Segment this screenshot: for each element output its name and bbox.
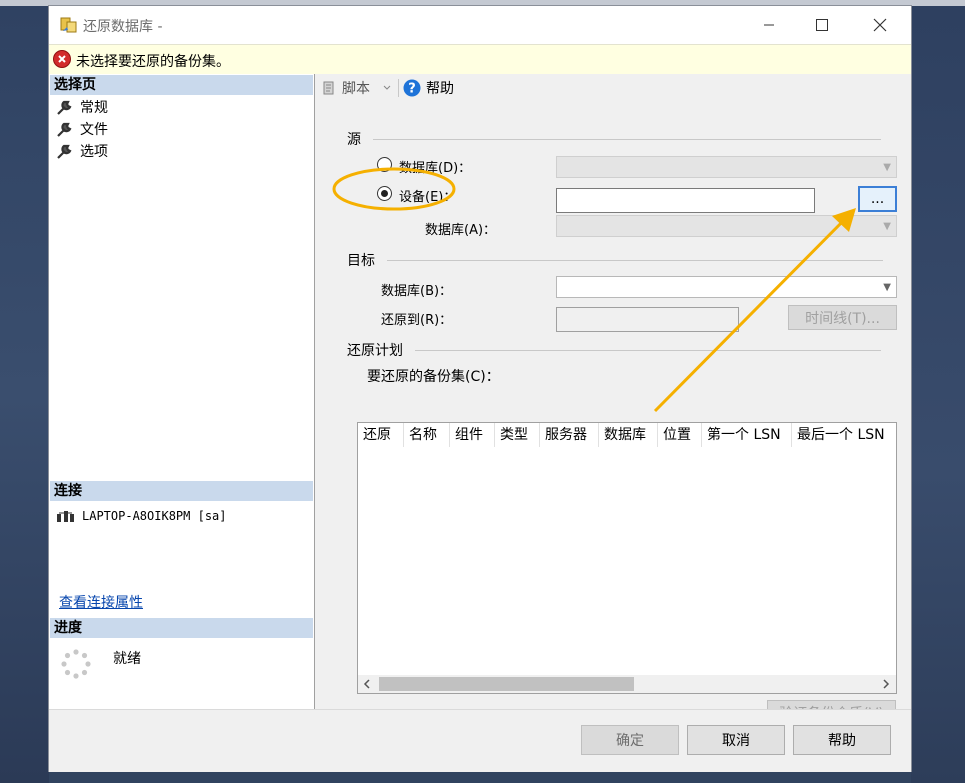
help-button[interactable]: 帮助 <box>793 725 891 755</box>
device-radio[interactable] <box>377 186 392 201</box>
close-icon <box>873 18 887 32</box>
source-group-label: 源 <box>347 129 881 149</box>
general-page-panel: 源 数据库(D)： ▼ 设备(E)： ... 数据库(A)： ▼ 目标 数据库(… <box>329 109 903 726</box>
toolbar: 脚本 ? 帮助 <box>315 74 911 102</box>
timeline-button[interactable]: 时间线(T)... <box>788 305 897 330</box>
grid-column-header[interactable]: 服务器 <box>540 423 599 447</box>
scroll-left-icon[interactable] <box>361 675 373 693</box>
error-banner: 未选择要还原的备份集。 <box>49 44 911 75</box>
select-page-header: 选择页 <box>50 75 313 95</box>
grid-column-header[interactable]: 最后一个 LSN <box>792 423 896 447</box>
group-divider <box>415 349 881 351</box>
connection-header: 连接 <box>50 481 313 501</box>
grid-column-header[interactable]: 组件 <box>450 423 495 447</box>
wrench-icon <box>57 100 72 115</box>
error-icon <box>53 50 71 68</box>
database-radio-label: 数据库(D)： <box>399 161 472 176</box>
scroll-right-icon[interactable] <box>880 675 892 693</box>
cancel-button[interactable]: 取消 <box>687 725 785 755</box>
desktop-background-left <box>0 6 49 783</box>
target-database-label: 数据库(B)： <box>381 284 453 299</box>
grid-column-header[interactable]: 名称 <box>404 423 450 447</box>
chevron-down-icon[interactable] <box>380 83 394 93</box>
restore-to-field[interactable] <box>556 307 739 332</box>
grid-column-header[interactable]: 位置 <box>658 423 702 447</box>
progress-status: 就绪 <box>113 651 141 667</box>
error-message: 未选择要还原的备份集。 <box>76 54 230 70</box>
target-group-label: 目标 <box>347 250 883 270</box>
page-item-label: 常规 <box>80 100 108 116</box>
toolbar-separator <box>398 79 399 97</box>
connection-name: LAPTOP-A8OIK8PM [sa] <box>82 509 227 523</box>
database-radio[interactable] <box>377 157 392 172</box>
device-path-field[interactable] <box>556 188 815 213</box>
server-connection-icon <box>57 511 74 522</box>
help-toolbar-button[interactable]: ? 帮助 <box>403 78 454 98</box>
target-database-combo[interactable]: ▼ <box>556 276 897 298</box>
source-database-combo[interactable]: ▼ <box>556 156 897 178</box>
script-icon <box>323 81 334 95</box>
wrench-icon <box>57 144 72 159</box>
dialog-footer: 确定 取消 帮助 <box>49 709 911 772</box>
browse-device-button[interactable]: ... <box>858 186 897 212</box>
page-item-label: 选项 <box>80 144 108 160</box>
progress-spinner-icon <box>61 649 91 679</box>
script-button[interactable]: 脚本 <box>321 78 394 98</box>
progress-header: 进度 <box>50 618 313 638</box>
help-icon: ? <box>403 79 421 97</box>
group-divider <box>373 138 881 140</box>
group-divider <box>387 259 883 261</box>
device-radio-label: 设备(E)： <box>399 190 457 205</box>
script-label: 脚本 <box>342 81 370 97</box>
chevron-down-icon: ▼ <box>883 162 891 173</box>
plan-group-title: 还原计划 <box>347 343 403 359</box>
grid-column-header[interactable]: 第一个 LSN <box>702 423 792 447</box>
minimize-icon <box>764 24 774 26</box>
connection-item: LAPTOP-A8OIK8PM [sa] <box>56 508 227 524</box>
restore-database-dialog: 还原数据库 - 未选择要还原的备份集。 选择页 常规 文件 选项 连接 LAPT… <box>49 6 911 772</box>
desktop-background-right <box>911 6 965 783</box>
chevron-down-icon: ▼ <box>883 282 891 293</box>
backup-sets-label: 要还原的备份集(C)： <box>367 369 500 385</box>
scrollbar-thumb[interactable] <box>379 677 634 691</box>
source-group-title: 源 <box>347 132 361 148</box>
restore-to-label: 还原到(R)： <box>381 313 453 328</box>
page-item-label: 文件 <box>80 122 108 138</box>
database-restore-icon <box>60 17 77 33</box>
source-database-label: 数据库(A)： <box>425 223 497 238</box>
close-button[interactable] <box>857 10 903 40</box>
grid-column-header[interactable]: 类型 <box>495 423 540 447</box>
plan-group-label: 还原计划 <box>347 340 881 360</box>
page-item-options[interactable]: 选项 <box>55 141 108 161</box>
chevron-down-icon: ▼ <box>883 221 891 232</box>
maximize-button[interactable] <box>799 10 845 40</box>
right-pane: 脚本 ? 帮助 源 数据库(D)： ▼ 设备(E)： ... 数据库(A)： ▼… <box>315 74 911 726</box>
help-label: 帮助 <box>426 81 454 97</box>
title-bar: 还原数据库 - <box>49 6 911 44</box>
wrench-icon <box>57 122 72 137</box>
minimize-button[interactable] <box>746 10 792 40</box>
left-pane: 选择页 常规 文件 选项 连接 LAPTOP-A8OIK8PM [sa] 查看连… <box>49 74 315 709</box>
svg-text:?: ? <box>408 82 416 97</box>
page-item-general[interactable]: 常规 <box>55 97 108 117</box>
window-title: 还原数据库 - <box>83 19 163 35</box>
ok-button[interactable]: 确定 <box>581 725 679 755</box>
page-item-files[interactable]: 文件 <box>55 119 108 139</box>
backup-sets-grid[interactable]: 还原 名称 组件 类型 服务器 数据库 位置 第一个 LSN 最后一个 LSN <box>357 422 897 694</box>
view-connection-properties-link[interactable]: 查看连接属性 <box>59 592 143 612</box>
source-database-dropdown[interactable]: ▼ <box>556 215 897 237</box>
grid-column-header[interactable]: 还原 <box>358 423 404 447</box>
grid-column-header[interactable]: 数据库 <box>599 423 658 447</box>
maximize-icon <box>816 19 828 31</box>
target-group-title: 目标 <box>347 253 375 269</box>
grid-horizontal-scrollbar[interactable] <box>358 675 896 693</box>
